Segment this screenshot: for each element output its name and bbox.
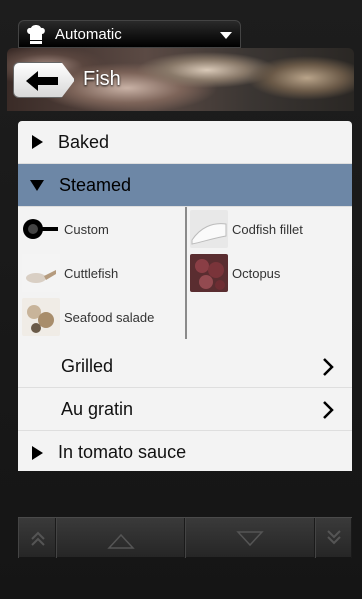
category-label: Au gratin xyxy=(61,398,134,419)
scroll-top-button[interactable] xyxy=(18,518,56,558)
scroll-up-button[interactable] xyxy=(56,518,185,558)
expand-right-icon xyxy=(32,445,43,460)
double-chevron-up-icon xyxy=(31,531,45,546)
scroll-down-button[interactable] xyxy=(185,518,315,558)
mode-dropdown[interactable]: Automatic xyxy=(18,20,241,48)
category-baked[interactable]: Baked xyxy=(18,121,352,164)
page-title: Fish xyxy=(83,68,121,90)
grid-divider xyxy=(185,207,187,339)
category-label: Grilled xyxy=(61,355,114,376)
expand-down-icon xyxy=(30,179,44,191)
double-chevron-down-icon xyxy=(327,530,341,545)
category-label: Baked xyxy=(58,131,110,152)
recipe-list: Baked Steamed Custom Codfish fillet Cutt… xyxy=(18,121,352,471)
cuttlefish-thumbnail xyxy=(22,254,60,292)
custom-knob-icon xyxy=(23,219,58,239)
recipe-label: Octopus xyxy=(232,265,281,281)
seafood-salade-thumbnail xyxy=(22,298,60,336)
chevron-down-icon xyxy=(220,32,232,39)
arrow-up-icon xyxy=(107,533,135,549)
octopus-thumbnail xyxy=(190,254,228,292)
recipe-label: Custom xyxy=(64,221,109,237)
recipe-label: Codfish fillet xyxy=(232,221,303,237)
category-label: Steamed xyxy=(59,174,132,195)
recipe-cuttlefish[interactable]: Cuttlefish xyxy=(22,251,118,295)
category-grilled[interactable]: Grilled xyxy=(18,345,352,388)
arrow-down-icon xyxy=(236,531,264,547)
recipe-custom[interactable]: Custom xyxy=(22,207,109,251)
codfish-fillet-thumbnail xyxy=(190,210,228,248)
scroll-controls xyxy=(18,517,352,558)
recipe-codfish-fillet[interactable]: Codfish fillet xyxy=(190,207,303,251)
scroll-bottom-button[interactable] xyxy=(315,518,352,558)
category-steamed[interactable]: Steamed xyxy=(18,164,352,207)
category-tomato-sauce[interactable]: In tomato sauce xyxy=(18,431,352,471)
recipe-octopus[interactable]: Octopus xyxy=(190,251,280,295)
chevron-right-icon xyxy=(323,401,334,419)
category-au-gratin[interactable]: Au gratin xyxy=(18,388,352,431)
chevron-right-icon xyxy=(323,358,334,376)
category-label: In tomato sauce xyxy=(58,442,187,462)
recipe-label: Seafood salade xyxy=(64,309,155,325)
expand-right-icon xyxy=(32,135,43,149)
chef-hat-icon xyxy=(27,25,45,44)
mode-label: Automatic xyxy=(55,25,122,43)
recipe-seafood-salade[interactable]: Seafood salade xyxy=(22,295,154,339)
arrow-left-icon xyxy=(26,71,58,91)
recipe-label: Cuttlefish xyxy=(64,265,119,281)
steamed-recipes-grid: Custom Codfish fillet Cuttlefish Octopus… xyxy=(18,207,352,339)
